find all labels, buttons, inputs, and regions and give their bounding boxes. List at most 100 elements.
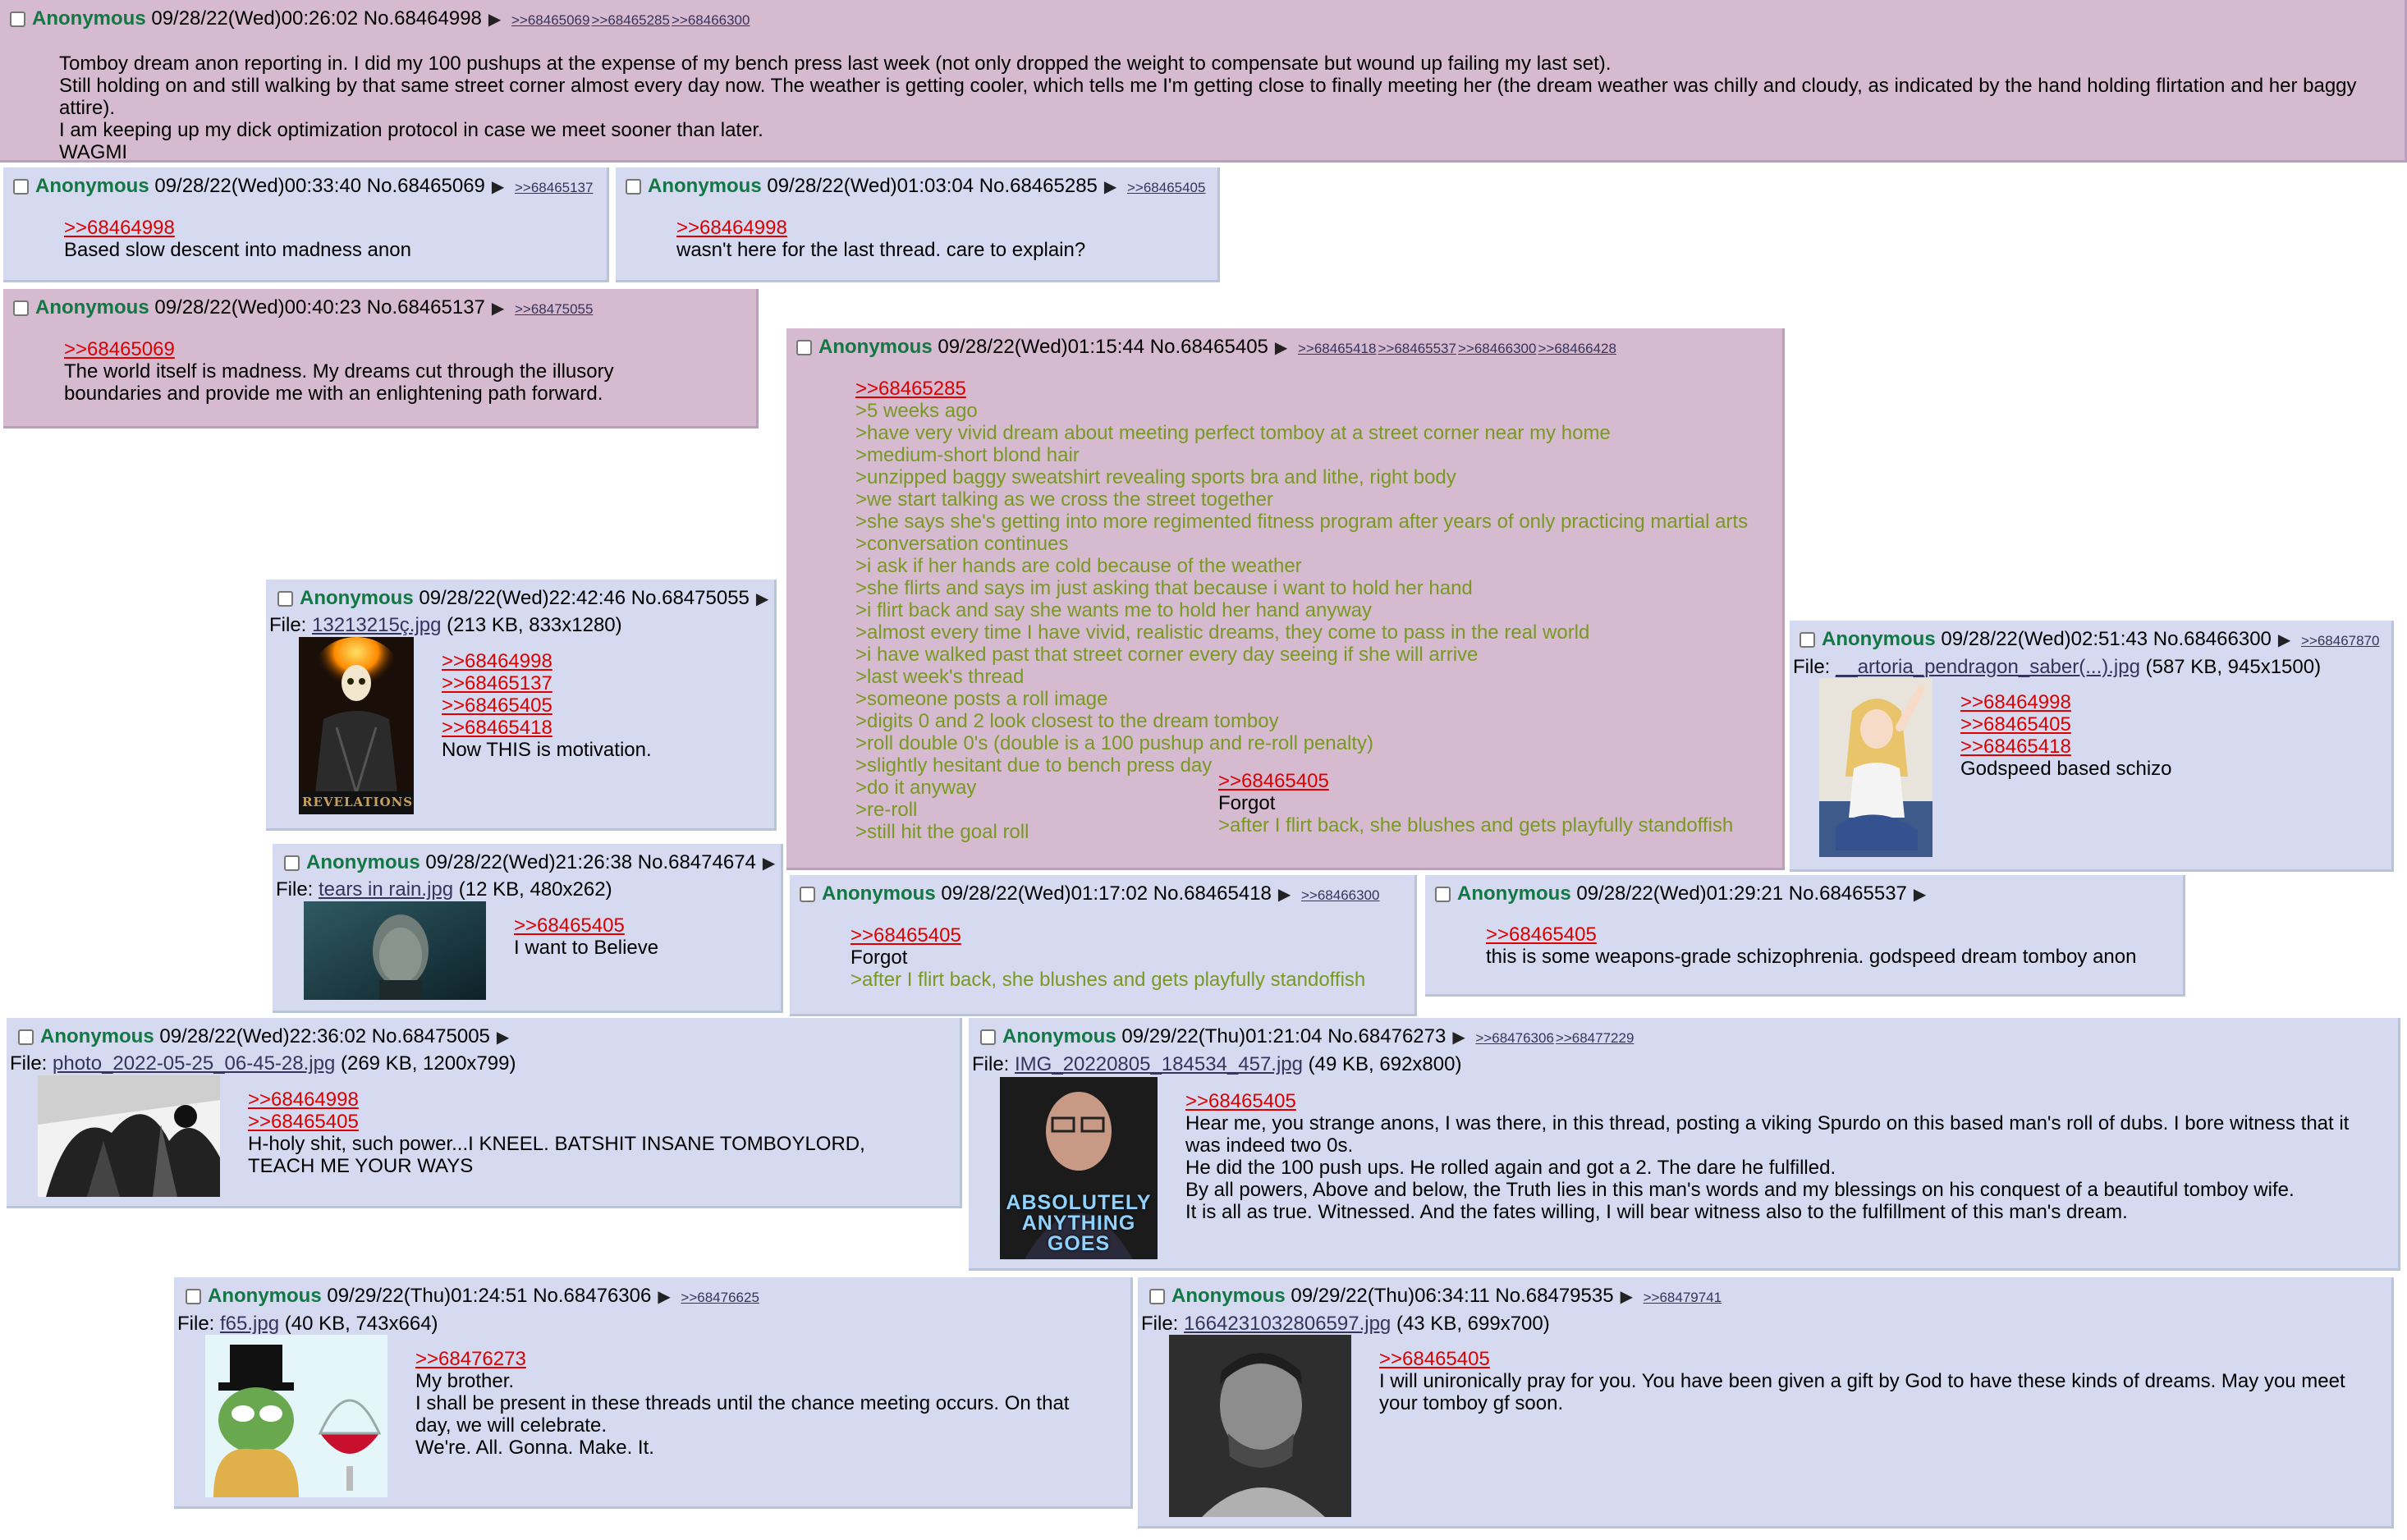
checkbox-icon[interactable] (277, 591, 293, 607)
quote-link[interactable]: >>68465405 (1960, 713, 2172, 736)
post-number[interactable]: No.68466300 (2153, 628, 2272, 650)
checkbox-icon[interactable] (186, 1289, 201, 1304)
post-number[interactable]: No.68479535 (1495, 1285, 1613, 1307)
post-number[interactable]: No.68464998 (364, 7, 482, 30)
triangle-menu-icon[interactable]: ▶ (1275, 334, 1287, 362)
backlink[interactable]: >>68466300 (672, 12, 750, 28)
backlink[interactable]: >>68465405 (1127, 180, 1206, 195)
quote-link[interactable]: >>68465285 (855, 378, 1772, 400)
triangle-menu-icon[interactable]: ▶ (1104, 173, 1116, 201)
backlink[interactable]: >>68479741 (1644, 1290, 1722, 1305)
thumbnail-image[interactable] (304, 901, 486, 1000)
file-link[interactable]: tears in rain.jpg (319, 878, 453, 901)
post-number[interactable]: No.68465405 (1150, 336, 1268, 358)
thumbnail-image[interactable]: ABSOLUTELY ANYTHING GOES (1000, 1077, 1158, 1259)
quote-link[interactable]: >>68465137 (442, 672, 652, 694)
triangle-menu-icon[interactable]: ▶ (488, 6, 501, 34)
triangle-menu-icon[interactable]: ▶ (658, 1283, 670, 1311)
checkbox-icon[interactable] (13, 300, 29, 316)
checkbox-icon[interactable] (1149, 1289, 1165, 1304)
file-info: File: __artoria_pendragon_saber(...).jpg… (1793, 656, 2322, 678)
thumbnail-image[interactable]: REVELATIONS (299, 637, 414, 814)
quote-link[interactable]: >>68464998 (676, 217, 1208, 239)
quote-link[interactable]: >>68465405 (850, 924, 1405, 946)
quote-link[interactable]: >>68464998 (248, 1089, 865, 1111)
triangle-menu-icon[interactable]: ▶ (492, 295, 504, 323)
file-link[interactable]: f65.jpg (220, 1313, 279, 1335)
post-number[interactable]: No.68465069 (367, 175, 485, 197)
triangle-menu-icon[interactable]: ▶ (492, 173, 504, 201)
backlink[interactable]: >>68465537 (1378, 341, 1456, 356)
backlink[interactable]: >>68475055 (515, 301, 594, 317)
quote-link[interactable]: >>68465405 (1379, 1348, 2345, 1370)
checkbox-icon[interactable] (626, 179, 641, 195)
thumbnail-image[interactable] (1819, 678, 1932, 857)
thumbnail-image[interactable] (38, 1075, 220, 1197)
quote-link[interactable]: >>68465405 (1486, 924, 2173, 946)
triangle-menu-icon[interactable]: ▶ (2278, 626, 2290, 654)
backlink[interactable]: >>68476306 (1475, 1030, 1554, 1046)
triangle-menu-icon[interactable]: ▶ (763, 850, 775, 878)
quote-link[interactable]: >>68464998 (442, 650, 652, 672)
quote-link[interactable]: >>68465418 (1960, 736, 2172, 758)
post-header: Anonymous 09/28/22(Wed)00:33:40 No.68465… (13, 172, 597, 202)
quote-link[interactable]: >>68465069 (64, 338, 746, 360)
quote-link[interactable]: >>68476273 (415, 1348, 1069, 1370)
backlink[interactable]: >>68466300 (1458, 341, 1537, 356)
checkbox-icon[interactable] (10, 11, 25, 27)
thumbnail-image[interactable] (205, 1335, 387, 1497)
checkbox-icon[interactable] (284, 855, 300, 871)
triangle-menu-icon[interactable]: ▶ (756, 585, 768, 613)
post-number[interactable]: No.68465137 (367, 296, 485, 319)
quote-link[interactable]: >>68465405 (1185, 1090, 2349, 1112)
quote-link[interactable]: >>68464998 (1960, 691, 2172, 713)
post-number[interactable]: No.68474674 (638, 851, 756, 873)
checkbox-icon[interactable] (1435, 887, 1451, 902)
quote-link[interactable]: >>68465405 (248, 1111, 865, 1133)
file-link[interactable]: 1664231032806597.jpg (1184, 1313, 1391, 1335)
backlink[interactable]: >>68465137 (515, 180, 594, 195)
file-link[interactable]: photo_2022-05-25_06-45-28.jpg (53, 1052, 335, 1075)
triangle-menu-icon[interactable]: ▶ (1452, 1024, 1465, 1052)
backlink[interactable]: >>68476625 (681, 1290, 759, 1305)
triangle-menu-icon[interactable]: ▶ (1914, 881, 1926, 909)
file-link[interactable]: IMG_20220805_184534_457.jpg (1015, 1053, 1303, 1075)
message-line: your tomboy gf soon. (1379, 1392, 1564, 1414)
post-message: Tomboy dream anon reporting in. I did my… (10, 53, 2395, 163)
triangle-menu-icon[interactable]: ▶ (1621, 1283, 1633, 1311)
quote-link[interactable]: >>68465418 (442, 717, 652, 739)
checkbox-icon[interactable] (796, 340, 812, 355)
checkbox-icon[interactable] (18, 1029, 34, 1045)
post-datetime: 09/28/22(Wed)00:40:23 (154, 296, 362, 319)
triangle-menu-icon[interactable]: ▶ (497, 1024, 509, 1052)
quote-link[interactable]: >>68465405 (1218, 770, 1733, 792)
post-number[interactable]: No.68476306 (533, 1285, 651, 1307)
backlink[interactable]: >>68465285 (591, 12, 670, 28)
post-number[interactable]: No.68465537 (1789, 882, 1907, 905)
quote-link[interactable]: >>68465405 (442, 694, 652, 717)
quote-link[interactable]: >>68465405 (514, 914, 658, 937)
backlink[interactable]: >>68467870 (2301, 633, 2380, 649)
checkbox-icon[interactable] (980, 1029, 996, 1045)
file-link[interactable]: __artoria_pendragon_saber(...).jpg (1836, 656, 2140, 678)
triangle-menu-icon[interactable]: ▶ (1278, 881, 1291, 909)
backlink[interactable]: >>68477229 (1556, 1030, 1634, 1046)
backlink[interactable]: >>68465069 (511, 12, 590, 28)
checkbox-icon[interactable] (800, 887, 815, 902)
post-number[interactable]: No.68465285 (979, 175, 1098, 197)
post-number[interactable]: No.68465418 (1153, 882, 1272, 905)
poster-name: Anonymous (35, 175, 149, 197)
checkbox-icon[interactable] (1800, 632, 1815, 648)
backlink[interactable]: >>68466428 (1538, 341, 1616, 356)
backlink[interactable]: >>68466300 (1301, 887, 1380, 903)
greentext-line: >after I flirt back, she blushes and get… (850, 969, 1366, 991)
post-number[interactable]: No.68476273 (1327, 1025, 1446, 1047)
quote-link[interactable]: >>68464998 (64, 217, 597, 239)
poster-name: Anonymous (306, 851, 420, 873)
backlink[interactable]: >>68465418 (1298, 341, 1377, 356)
post-number[interactable]: No.68475055 (631, 587, 750, 609)
file-link[interactable]: 13213215ç.jpg (312, 614, 441, 636)
checkbox-icon[interactable] (13, 179, 29, 195)
thumbnail-image[interactable] (1169, 1335, 1351, 1517)
post-number[interactable]: No.68475005 (372, 1025, 490, 1047)
